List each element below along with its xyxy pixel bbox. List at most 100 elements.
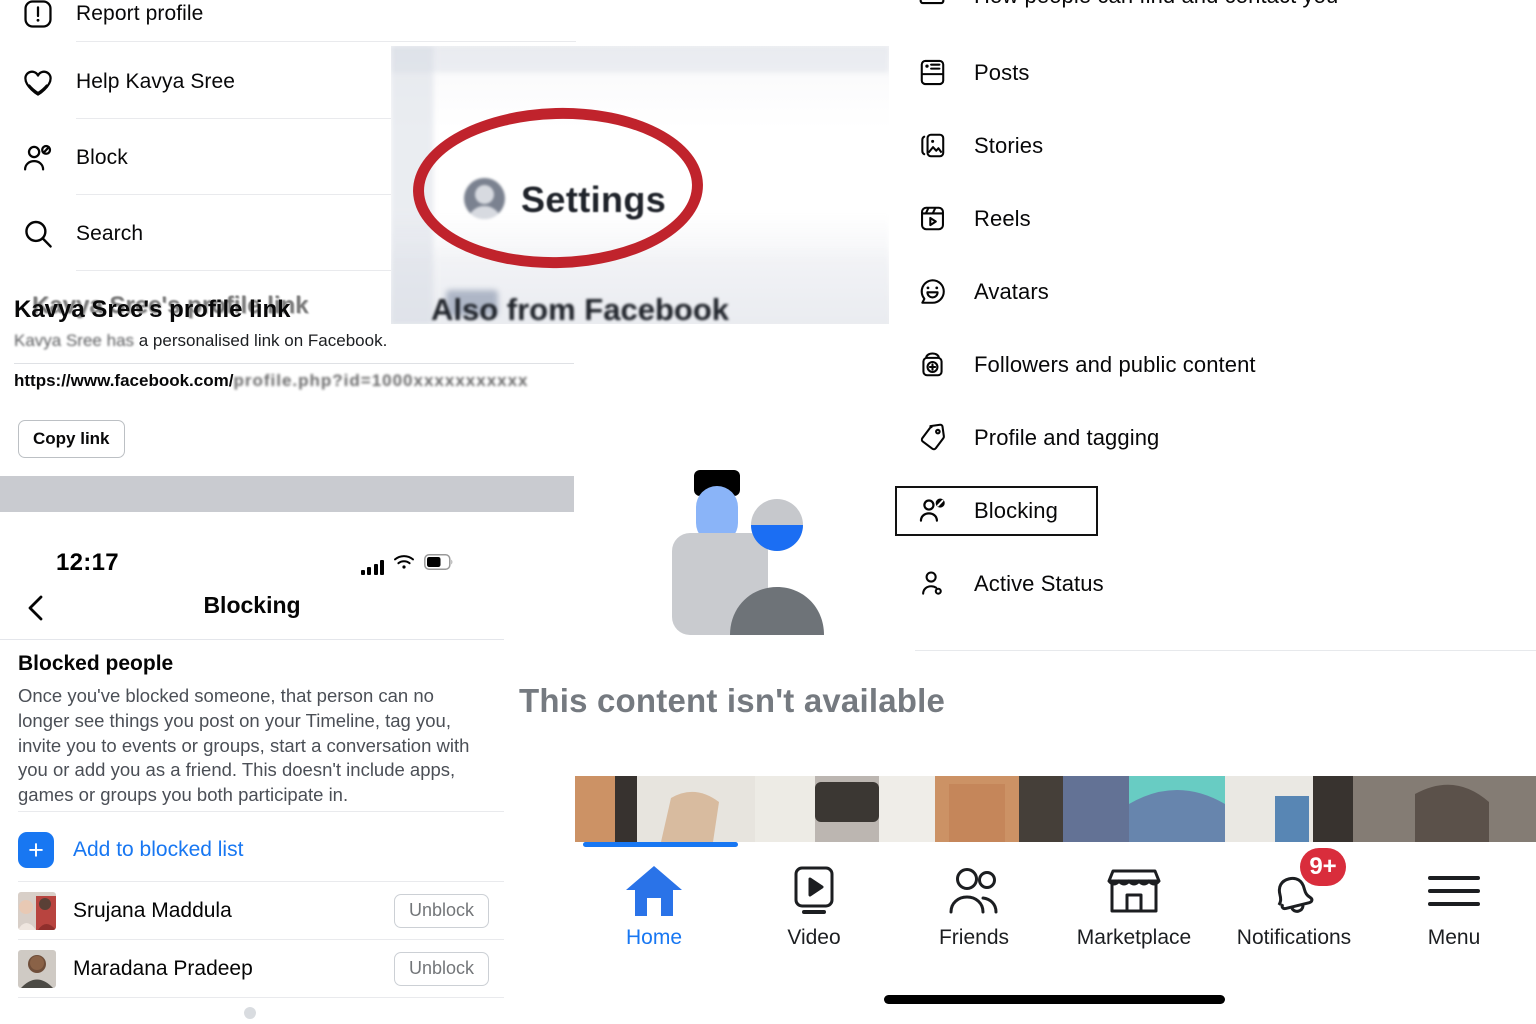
settings-item-avatars[interactable]: Avatars [890, 255, 1049, 328]
warning-icon [0, 0, 76, 31]
settings-item-label: Reels [974, 205, 1031, 231]
nav-tab-video[interactable]: Video [740, 860, 888, 970]
posts-icon [890, 56, 974, 89]
nav-tab-home[interactable]: Home [580, 860, 728, 970]
bell-icon: 9+ [1266, 848, 1346, 922]
avatar [18, 891, 56, 930]
nav-tab-label: Friends [938, 926, 1010, 949]
contact-icon [890, 0, 974, 13]
copy-link-label: Copy link [33, 429, 110, 448]
avatar [18, 949, 56, 988]
plus-icon: + [18, 832, 54, 868]
settings-item-label: Posts [974, 59, 1030, 85]
menu-item-label: Block [76, 146, 128, 169]
divider [18, 811, 504, 812]
copy-link-button[interactable]: Copy link [18, 420, 125, 458]
screenshot-canvas: Report profile Help Kavya Sree Block Sea… [0, 0, 1536, 1024]
active-tab-indicator [583, 842, 738, 847]
settings-item-label: How people can find and contact you [974, 0, 1338, 9]
settings-item-label: Profile and tagging [974, 424, 1160, 450]
settings-item-label: Stories [974, 132, 1044, 158]
profile-link-subtitle-blurred: Kavya Sree [14, 331, 102, 350]
wifi-icon [393, 554, 415, 575]
blocked-person-row[interactable]: Srujana Maddula Unblock [0, 882, 504, 939]
followers-icon [890, 348, 974, 381]
stories-icon [890, 129, 974, 162]
avatar-icon [890, 275, 974, 308]
reels-icon [890, 202, 974, 235]
menu-item-label: Report profile [76, 2, 204, 25]
status-bar-icons [360, 554, 455, 575]
profile-link-url: https://www.facebook.com/profile.php?id=… [14, 371, 529, 391]
tag-icon [890, 421, 974, 454]
nav-tab-label: Home [625, 926, 683, 949]
cellular-bars-icon [360, 560, 384, 575]
divider [0, 639, 504, 640]
home-indicator [884, 995, 1225, 1004]
feed-photo-thumbnail [575, 776, 1536, 842]
blocking-screen: 12:17 Blocking Blocked people Once you'v… [0, 512, 504, 1024]
blocked-person-name: Srujana Maddula [73, 898, 232, 922]
settings-item-how-people-find-you[interactable]: How people can find and contact you [890, 0, 1338, 20]
nav-tab-marketplace[interactable]: Marketplace [1060, 860, 1208, 970]
add-to-blocked-list-button[interactable]: + Add to blocked list [18, 822, 488, 878]
settings-item-label: Avatars [974, 278, 1049, 304]
status-bar-time: 12:17 [56, 549, 119, 576]
blocked-content-illustration [672, 470, 857, 635]
profile-link-subtitle-rest: a personalised link on Facebook. [134, 331, 388, 350]
unblock-label: Unblock [408, 900, 474, 920]
divider [915, 650, 1536, 651]
blocking-highlight-box [895, 486, 1098, 536]
nav-tab-label: Video [787, 926, 841, 949]
blocked-person-name: Maradana Pradeep [73, 956, 253, 980]
settings-menu-list: How people can find and contact you Post… [890, 0, 1536, 660]
profile-link-url-prefix: https://www.facebook.com/ [14, 371, 234, 390]
section-title: Blocked people [18, 652, 174, 675]
settings-item-label: Active Status [974, 570, 1104, 596]
page-indicator-dot [244, 1007, 256, 1019]
also-from-facebook-label: Also from Facebook [431, 292, 729, 324]
divider [76, 41, 576, 42]
battery-icon [424, 554, 454, 575]
video-icon [790, 860, 838, 922]
notification-badge: 9+ [1300, 848, 1346, 886]
profile-link-title: Kavya Sree's profile link Kavya Sree's p… [14, 292, 309, 324]
content-unavailable-message: This content isn't available [519, 682, 946, 719]
menu-item-label: Help Kavya Sree [76, 70, 236, 93]
divider [18, 997, 504, 998]
heart-icon [0, 64, 76, 100]
nav-tab-label: Notifications [1236, 926, 1352, 949]
menu-item-label: Search [76, 222, 144, 245]
settings-highlight-crop: Settings Also from Facebook [391, 46, 889, 324]
nav-tab-notifications[interactable]: 9+ Notifications [1220, 848, 1368, 970]
block-user-icon [0, 140, 76, 176]
settings-item-followers[interactable]: Followers and public content [890, 328, 1256, 401]
settings-item-stories[interactable]: Stories [890, 109, 1043, 182]
section-description: Once you've blocked someone, that person… [18, 685, 470, 806]
marketplace-icon [1105, 860, 1163, 922]
profile-link-subtitle: Kavya Sree has a personalised link on Fa… [14, 331, 388, 350]
add-to-blocked-list-label: Add to blocked list [73, 838, 244, 861]
profile-link-url-blurred: profile.php?id=1000xxxxxxxxxxx [233, 371, 529, 390]
search-icon [0, 216, 76, 252]
bottom-navigation-bar: Home Video Friends Marketplace 9+ Notifi… [575, 842, 1536, 1024]
settings-item-label: Followers and public content [974, 351, 1256, 377]
divider [14, 363, 574, 364]
profile-link-title-blur-overlay: Kavya Sree's profile link [32, 292, 309, 319]
unblock-button[interactable]: Unblock [393, 893, 489, 928]
settings-item-posts[interactable]: Posts [890, 36, 1030, 109]
nav-tab-friends[interactable]: Friends [900, 860, 1048, 970]
nav-tab-menu[interactable]: Menu [1380, 860, 1528, 970]
blocked-person-row[interactable]: Maradana Pradeep Unblock [0, 940, 504, 997]
home-icon [625, 860, 683, 922]
settings-item-profile-tagging[interactable]: Profile and tagging [890, 401, 1159, 474]
unblock-label: Unblock [408, 958, 474, 978]
nav-tab-label: Marketplace [1076, 926, 1192, 949]
settings-item-reels[interactable]: Reels [890, 182, 1031, 255]
friends-icon [945, 860, 1003, 922]
unblock-button[interactable]: Unblock [393, 951, 489, 986]
active-status-icon [890, 567, 974, 600]
status-bar: 12:17 [0, 530, 504, 576]
screenshot-separator-band [0, 476, 574, 512]
settings-item-active-status[interactable]: Active Status [890, 547, 1104, 620]
